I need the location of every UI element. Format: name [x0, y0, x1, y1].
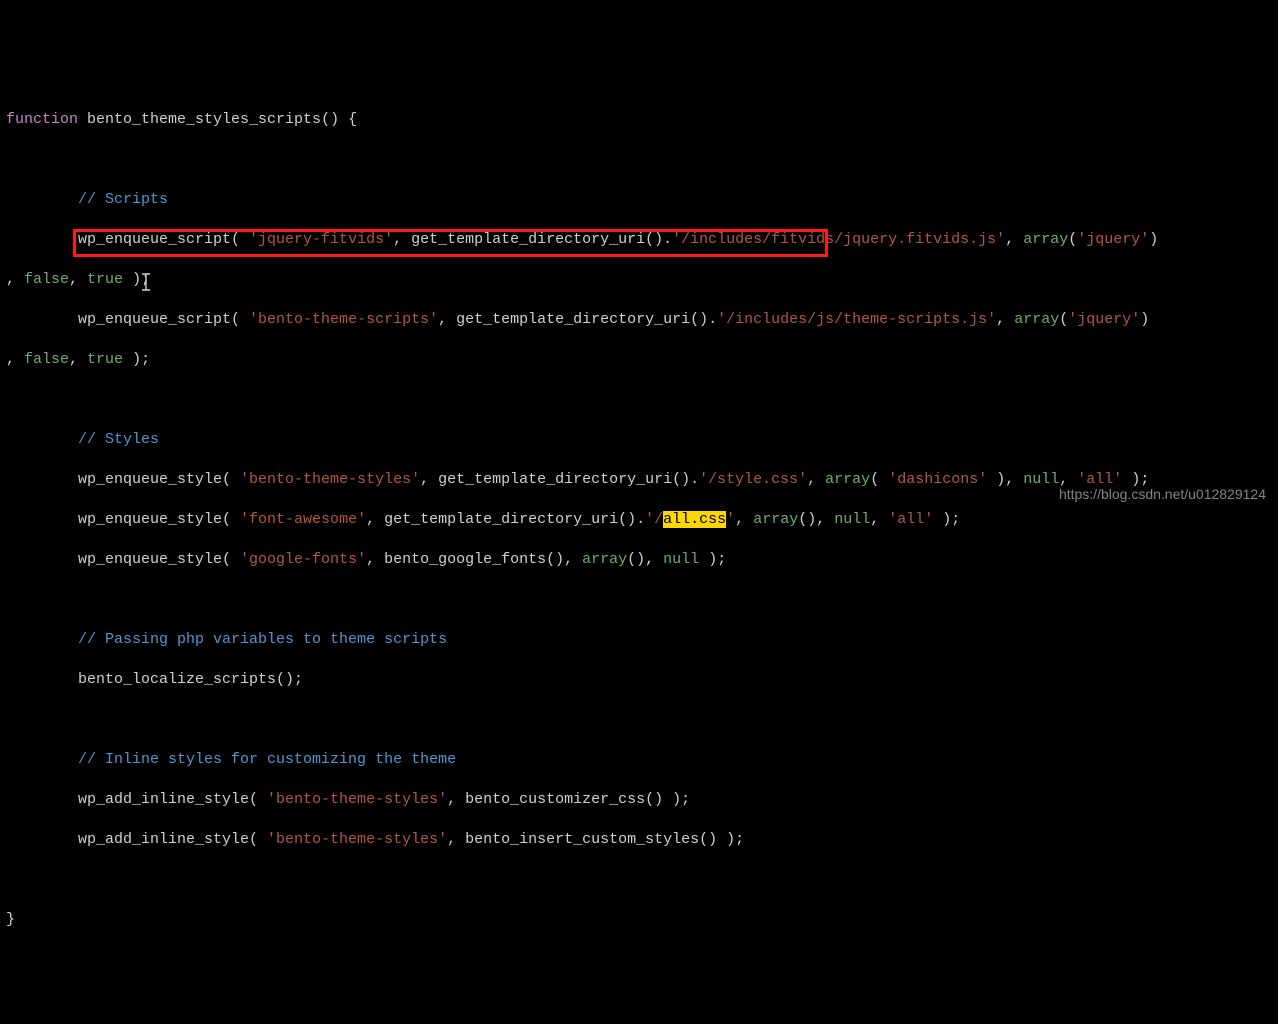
code-editor[interactable]: function bento_theme_styles_scripts() { … [0, 80, 1278, 1024]
code-line: // Scripts [6, 190, 1272, 210]
code-line: // Styles [6, 430, 1272, 450]
code-line: wp_enqueue_style( 'google-fonts', bento_… [6, 550, 1272, 570]
code-line [6, 150, 1272, 170]
code-line: wp_enqueue_script( 'bento-theme-scripts'… [6, 310, 1272, 330]
code-line [6, 870, 1272, 890]
code-line: wp_add_inline_style( 'bento-theme-styles… [6, 830, 1272, 850]
code-line: function bento_theme_styles_scripts() { [6, 110, 1272, 130]
code-line [6, 990, 1272, 1010]
code-line: } [6, 910, 1272, 930]
code-line: , false, true ); [6, 350, 1272, 370]
comment: // Styles [6, 431, 159, 448]
comment: // Scripts [6, 191, 168, 208]
code-line: wp_add_inline_style( 'bento-theme-styles… [6, 790, 1272, 810]
comment: // Inline styles for customizing the the… [6, 751, 456, 768]
code-line [6, 710, 1272, 730]
code-line: , false, true ); [6, 270, 1272, 290]
watermark: https://blog.csdn.net/u012829124 [1059, 484, 1266, 504]
code-line [6, 590, 1272, 610]
code-line [6, 950, 1272, 970]
code-line: wp_enqueue_script( 'jquery-fitvids', get… [6, 230, 1272, 250]
search-highlight: all.css [663, 511, 726, 528]
code-line: bento_localize_scripts(); [6, 670, 1272, 690]
comment: // Passing php variables to theme script… [6, 631, 447, 648]
code-line: // Inline styles for customizing the the… [6, 750, 1272, 770]
code-line: wp_enqueue_style( 'font-awesome', get_te… [6, 510, 1272, 530]
code-line: // Passing php variables to theme script… [6, 630, 1272, 650]
code-line [6, 390, 1272, 410]
